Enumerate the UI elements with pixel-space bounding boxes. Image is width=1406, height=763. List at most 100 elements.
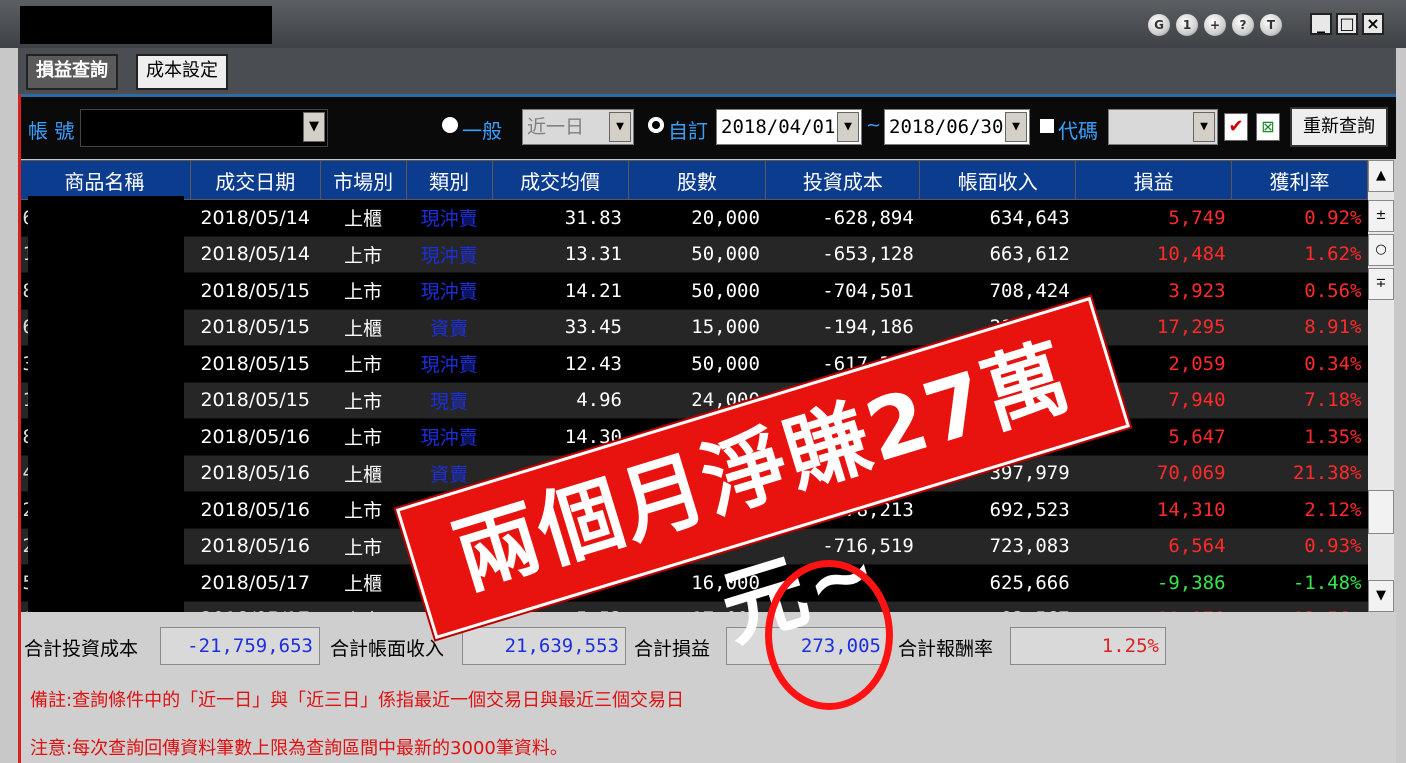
total-pl-label: 合計損益 [634,638,711,660]
account-label: 帳 號 [28,119,75,143]
cell-market: 上櫃 [320,309,407,346]
cell-type: 現賣 [406,382,493,419]
code-label: 代碼 [1058,119,1098,143]
col-date[interactable]: 成交日期 [189,160,321,200]
col-price[interactable]: 成交均價 [491,160,629,200]
vertical-scrollbar[interactable]: ▲ ± ○ ∓ ▼ [1368,160,1394,612]
redacted-names [28,196,184,612]
col-pl[interactable]: 損益 [1075,160,1233,200]
cell-date: 2018/05/14 [190,199,321,237]
notice-text: 注意:每次查詢回傳資料筆數上限為查詢區間中最新的3000筆資料。 [30,738,568,759]
scroll-down-icon[interactable]: ▼ [1368,580,1394,612]
total-income-value: 21,639,553 [462,627,626,665]
table-row[interactable]: 12018/05/14上市現沖賣13.3150,000-653,128663,6… [18,236,1368,273]
maximize-button[interactable]: □ [1336,13,1358,35]
help-icon[interactable]: ? [1232,14,1254,36]
top-icon[interactable]: T [1260,14,1282,36]
chevron-down-icon[interactable]: ▼ [1193,112,1215,142]
cell-rate: 21.38% [1231,455,1368,492]
col-type[interactable]: 類別 [405,160,493,200]
cell-pl: 6,564 [1075,528,1232,565]
cell-rate: -1.48% [1231,564,1368,602]
range-select[interactable]: 近一日 ▼ [522,109,634,145]
total-income-label: 合計帳面收入 [330,638,445,660]
cell-type: 資賣 [406,309,493,346]
cell-market: 上市 [320,528,407,565]
scroll-mid-icon[interactable]: ○ [1368,234,1394,266]
info-icon[interactable]: 1 [1176,14,1198,36]
cell-date: 2018/05/16 [190,491,321,529]
col-income[interactable]: 帳面收入 [919,160,1077,200]
cell-shares: 50,000 [628,236,766,273]
close-button[interactable]: × [1362,13,1384,35]
scroll-up-icon[interactable]: ▲ [1368,160,1394,192]
title-bar: G 1 + ? T _ □ × [0,0,1406,48]
cell-cost: -628,894 [765,199,920,237]
cell-date: 2018/05/14 [190,236,321,273]
excel-icon[interactable]: ⊠ [1256,113,1280,141]
cell-date: 2018/05/16 [190,455,321,492]
table-row[interactable]: 82018/05/15上市現沖賣14.2150,000-704,501708,4… [18,272,1368,310]
cell-market: 上市 [320,382,407,419]
table-row[interactable]: 62018/05/15上櫃資賣33.4515,000-194,186211,48… [18,309,1368,346]
scroll-top-icon[interactable]: ± [1368,200,1394,232]
cell-date: 2018/05/16 [190,528,321,565]
col-cost[interactable]: 投資成本 [765,160,921,200]
col-market[interactable]: 市場別 [319,160,407,200]
cell-pl: 10,484 [1075,236,1232,273]
tab-pl-query[interactable]: 損益查詢 [26,54,118,90]
check-icon[interactable]: ✔ [1224,113,1248,141]
cell-pl: 5,749 [1075,199,1232,237]
table-row[interactable]: 62018/05/14上櫃現沖賣31.8320,000-628,894634,6… [18,199,1368,237]
cell-pl: -9,386 [1075,564,1232,602]
radio-general[interactable] [442,117,458,133]
chevron-down-icon[interactable]: ▼ [609,112,631,142]
code-select[interactable]: ▼ [1108,109,1218,145]
col-rate[interactable]: 獲利率 [1231,160,1368,200]
chevron-down-icon[interactable]: ▼ [303,112,325,142]
cell-price: 31.83 [492,199,628,237]
radio-general-label: 一般 [462,119,502,143]
date-separator: ~ [866,115,882,136]
cell-shares: 50,000 [628,272,766,310]
cell-price: 33.45 [492,309,628,346]
cell-rate: 0.93% [1231,528,1368,565]
radio-custom[interactable] [648,117,664,133]
requery-button[interactable]: 重新查詢 [1290,107,1388,147]
cell-rate: 0.56% [1231,272,1368,310]
cell-pl: 70,069 [1075,455,1232,492]
cell-date: 2018/05/17 [190,564,321,602]
range-select-value: 近一日 [527,116,585,138]
col-name[interactable]: 商品名稱 [18,160,191,200]
code-checkbox[interactable] [1040,119,1054,133]
cell-type: 現沖賣 [406,345,493,383]
cell-pl: 3,923 [1075,272,1232,310]
table-row[interactable]: 12018/05/15上市現賣4.9624,0007,9407.18% [18,382,1368,419]
scroll-bottom-icon[interactable]: ∓ [1368,268,1394,300]
cell-cost: -194,186 [765,309,920,346]
redacted-title [20,6,272,44]
table-row[interactable]: 52018/05/17上櫃16,000625,666-9,386-1.48% [18,564,1368,602]
date-to-value: 2018/06/30 [889,116,1004,138]
chevron-down-icon[interactable]: ▼ [1005,112,1027,142]
date-to-input[interactable]: 2018/06/30 ▼ [884,109,1030,145]
table-row[interactable]: 32018/05/15上市現沖賣12.4350,000-617,3772,059… [18,345,1368,383]
export-icon[interactable]: G [1148,14,1170,36]
cell-shares: 15,000 [628,309,766,346]
chevron-down-icon[interactable]: ▼ [837,112,859,142]
cell-price: 12.43 [492,345,628,383]
account-select[interactable]: ▼ [80,109,328,147]
scroll-thumb[interactable] [1368,490,1394,534]
cell-income: 93,567 [919,601,1076,612]
add-icon[interactable]: + [1204,14,1226,36]
cell-type: 現沖賣 [406,236,493,273]
cell-income: 625,666 [919,564,1076,602]
filter-bar: 帳 號 ▼ 一般 近一日 ▼ 自訂 2018/04/01 ▼ ~ 2018/06… [18,97,1396,159]
total-rate-label: 合計報酬率 [898,638,994,660]
col-shares[interactable]: 股數 [627,160,767,200]
minimize-button[interactable]: _ [1310,13,1332,35]
tab-cost-setting[interactable]: 成本設定 [136,54,228,90]
date-from-input[interactable]: 2018/04/01 ▼ [716,109,862,145]
table-row[interactable]: 12018/05/17上市5.5317,00093,56711,17013.56… [18,601,1368,612]
cell-date: 2018/05/16 [190,418,321,456]
